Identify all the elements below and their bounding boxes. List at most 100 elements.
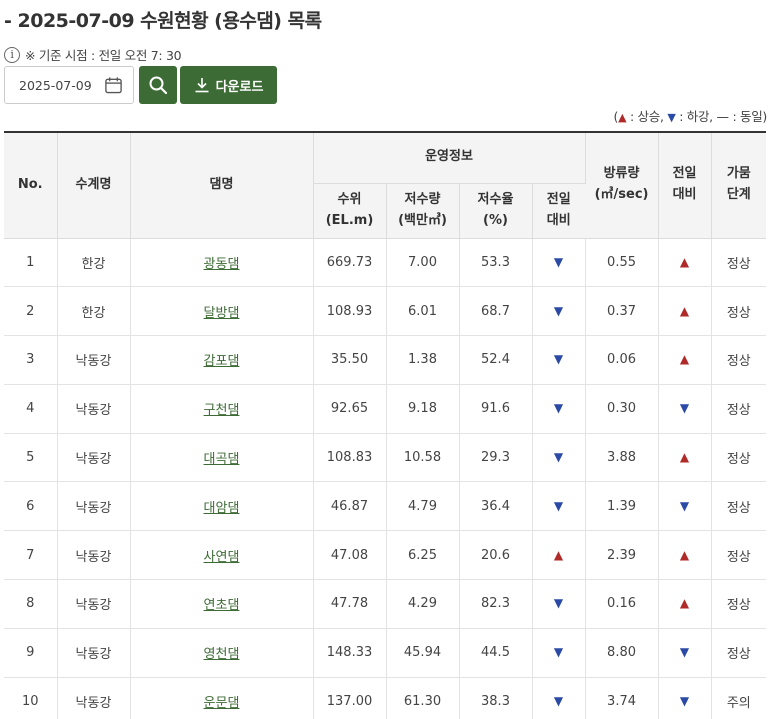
cell-storage: 1.38 <box>386 335 460 385</box>
up-triangle-icon: ▲ <box>679 254 690 269</box>
cell-discharge: 1.39 <box>585 481 659 532</box>
cell-discharge: 0.30 <box>585 384 659 434</box>
cell-basin: 낙동강 <box>57 481 131 532</box>
cell-dam: 운문댐 <box>130 677 314 719</box>
cell-drought: 정상 <box>711 530 767 581</box>
legend-up-label: : 상승, <box>629 109 664 124</box>
cell-basin: 낙동강 <box>57 433 131 483</box>
down-triangle-icon: ▼ <box>553 694 564 709</box>
cell-dam: 대곡댐 <box>130 433 314 483</box>
dam-link[interactable]: 대암댐 <box>204 501 240 516</box>
cell-storage: 6.25 <box>386 530 460 581</box>
dam-link[interactable]: 달방댐 <box>204 306 240 321</box>
trend-cell: ▲ <box>658 530 712 581</box>
down-triangle-icon: ▼ <box>553 498 564 513</box>
cell-rate: 20.6 <box>459 530 533 581</box>
cell-no: 5 <box>4 433 58 483</box>
trend-cell: ▼ <box>532 286 586 337</box>
cell-level: 108.83 <box>313 433 387 483</box>
date-input[interactable]: 2025-07-09 <box>4 66 134 104</box>
down-triangle-icon: ▼ <box>553 450 564 465</box>
trend-cell: ▼ <box>532 481 586 532</box>
cell-drought: 정상 <box>711 286 767 337</box>
cell-level: 47.78 <box>313 579 387 629</box>
down-triangle-icon: ▼ <box>679 401 690 416</box>
down-triangle-icon: ▼ <box>553 401 564 416</box>
cell-no: 2 <box>4 286 58 337</box>
cell-level: 148.33 <box>313 628 387 678</box>
trend-cell: ▲ <box>658 238 712 288</box>
cell-level: 137.00 <box>313 677 387 719</box>
cell-drought: 정상 <box>711 335 767 385</box>
cell-storage: 10.58 <box>386 433 460 483</box>
up-triangle-icon: ▲ <box>679 547 690 562</box>
cell-discharge: 0.06 <box>585 335 659 385</box>
cell-no: 4 <box>4 384 58 434</box>
up-triangle-icon: ▲ <box>679 352 690 367</box>
cell-level: 47.08 <box>313 530 387 581</box>
cell-storage: 61.30 <box>386 677 460 719</box>
dam-link[interactable]: 대곡댐 <box>204 452 240 467</box>
cell-basin: 한강 <box>57 238 131 288</box>
basis-time: i ※ 기준 시점 : 전일 오전 7: 30 <box>4 45 182 64</box>
cell-rate: 29.3 <box>459 433 533 483</box>
col-level: 수위 (EL.m) <box>313 183 387 239</box>
down-triangle-icon: ▼ <box>679 694 690 709</box>
cell-level: 35.50 <box>313 335 387 385</box>
table-row: 10 낙동강 운문댐 137.00 61.30 38.3 ▼ 3.74 ▼ 주의 <box>4 677 767 719</box>
up-triangle-icon: ▲ <box>679 303 690 318</box>
cell-dam: 구천댐 <box>130 384 314 434</box>
cell-storage: 4.79 <box>386 481 460 532</box>
dam-link[interactable]: 사연댐 <box>204 550 240 565</box>
page-title: - 2025-07-09 수원현황 (용수댐) 목록 <box>4 10 322 32</box>
cell-no: 1 <box>4 238 58 288</box>
trend-cell: ▼ <box>532 238 586 288</box>
cell-basin: 한강 <box>57 286 131 337</box>
dam-link[interactable]: 영천댐 <box>204 647 240 662</box>
up-triangle-icon: ▲ <box>618 111 627 124</box>
col-basin: 수계명 <box>57 131 131 239</box>
cell-discharge: 2.39 <box>585 530 659 581</box>
trend-cell: ▼ <box>532 579 586 629</box>
cell-dam: 영천댐 <box>130 628 314 678</box>
col-prev2: 전일 대비 <box>658 131 712 239</box>
up-triangle-icon: ▲ <box>679 450 690 465</box>
cell-drought: 정상 <box>711 481 767 532</box>
col-prev: 전일 대비 <box>532 183 586 239</box>
down-triangle-icon: ▼ <box>667 111 676 124</box>
trend-cell: ▲ <box>532 530 586 581</box>
cell-basin: 낙동강 <box>57 335 131 385</box>
dam-link[interactable]: 연초댐 <box>204 598 240 613</box>
cell-drought: 정상 <box>711 384 767 434</box>
up-triangle-icon: ▲ <box>553 547 564 562</box>
trend-legend: (▲ : 상승, ▼ : 하강, — : 동일) <box>613 109 768 124</box>
cell-basin: 낙동강 <box>57 628 131 678</box>
dam-link[interactable]: 감포댐 <box>204 354 240 369</box>
date-value: 2025-07-09 <box>19 77 92 93</box>
cell-rate: 91.6 <box>459 384 533 434</box>
cell-rate: 53.3 <box>459 238 533 288</box>
table-row: 2 한강 달방댐 108.93 6.01 68.7 ▼ 0.37 ▲ 정상 <box>4 286 767 337</box>
cell-drought: 정상 <box>711 238 767 288</box>
col-operation: 운영정보 <box>313 131 586 184</box>
table-row: 6 낙동강 대암댐 46.87 4.79 36.4 ▼ 1.39 ▼ 정상 <box>4 481 767 532</box>
dam-link[interactable]: 운문댐 <box>204 696 240 711</box>
dam-link[interactable]: 광동댐 <box>204 257 240 272</box>
calendar-icon[interactable] <box>104 75 123 95</box>
search-button[interactable] <box>139 66 177 104</box>
cell-discharge: 3.88 <box>585 433 659 483</box>
cell-no: 3 <box>4 335 58 385</box>
dam-table: No. 수계명 댐명 운영정보 방류량 (㎥/sec) 전일 대비 가뭄 단계 수위(… <box>4 131 767 719</box>
trend-cell: ▲ <box>658 335 712 385</box>
col-rate: 저수율 (%) <box>459 183 533 239</box>
down-triangle-icon: ▼ <box>553 352 564 367</box>
col-storage: 저수량 (백만㎥) <box>386 183 460 239</box>
col-discharge: 방류량 (㎥/sec) <box>585 131 659 239</box>
dam-link[interactable]: 구천댐 <box>204 403 240 418</box>
download-button[interactable]: 다운로드 <box>180 66 277 104</box>
cell-storage: 7.00 <box>386 238 460 288</box>
cell-basin: 낙동강 <box>57 579 131 629</box>
cell-rate: 52.4 <box>459 335 533 385</box>
cell-dam: 대암댐 <box>130 481 314 532</box>
trend-cell: ▼ <box>658 384 712 434</box>
